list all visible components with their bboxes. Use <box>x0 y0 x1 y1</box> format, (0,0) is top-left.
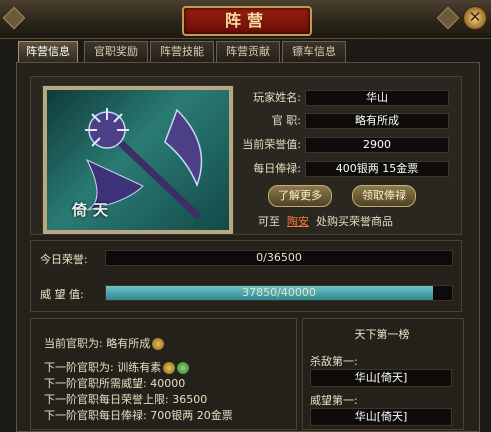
next-rank-text: 下一阶官职为: 训练有素 <box>44 361 162 374</box>
shop-hint-prefix: 可至 <box>258 215 280 228</box>
window-title: 阵营 <box>224 11 269 30</box>
prestige-label: 威 望 值: <box>40 288 84 301</box>
official-rank-label: 官 职: <box>271 114 301 127</box>
next-rank-line: 下一阶官职为: 训练有素 <box>44 359 190 375</box>
tab-official-rewards[interactable]: 官职奖励 <box>84 41 148 63</box>
tab-escort-info[interactable]: 镖车信息 <box>282 41 346 63</box>
official-rank-value: 略有所成 <box>305 113 449 129</box>
player-name-value: 华山 <box>305 90 449 106</box>
shop-npc-link[interactable]: 陶安 <box>287 215 309 228</box>
today-honor-bar: 0/36500 <box>105 250 453 266</box>
prestige-first-label: 威望第一: <box>310 394 358 407</box>
tab-camp-info[interactable]: 阵营信息 <box>18 41 78 63</box>
claim-salary-button[interactable]: 领取俸禄 <box>352 185 416 207</box>
rank-badge-icon <box>163 362 176 374</box>
today-honor-label: 今日荣誉: <box>40 253 88 266</box>
leaderboard-title: 天下第一榜 <box>354 328 410 341</box>
honor-cap-line: 下一阶官职每日荣誉上限: 36500 <box>44 393 208 406</box>
kill-first-value: 华山[倚天] <box>310 369 452 387</box>
honor-label: 当前荣誉值: <box>242 138 301 151</box>
prestige-first-value: 华山[倚天] <box>310 408 452 426</box>
honor-value: 2900 <box>305 137 449 153</box>
prestige-bar: 37850/40000 <box>105 285 453 301</box>
close-button[interactable]: ✕ <box>463 6 487 30</box>
shop-hint-suffix: 处购买荣誉商品 <box>316 215 393 228</box>
current-rank-text: 当前官职为: 略有所成 <box>44 337 151 350</box>
today-honor-text: 0/36500 <box>256 251 302 264</box>
kill-first-label: 杀敌第一: <box>310 355 358 368</box>
prestige-bar-text: 37850/40000 <box>242 286 316 299</box>
daily-salary-label: 每日俸禄: <box>253 162 301 175</box>
need-prestige-line: 下一阶官职所需威望: 40000 <box>44 377 186 390</box>
learn-more-button[interactable]: 了解更多 <box>268 185 332 207</box>
camp-name-text: 倚天 <box>72 201 115 219</box>
close-icon: ✕ <box>468 8 482 26</box>
leaf-badge-icon <box>177 362 190 374</box>
rank-badge-icon <box>152 338 165 350</box>
tab-camp-skills[interactable]: 阵营技能 <box>150 41 214 63</box>
honor-shop-hint: 可至 陶安 处购买荣誉商品 <box>258 213 458 229</box>
next-salary-line: 下一阶官职每日俸禄: 700银两 20金票 <box>44 409 233 422</box>
current-rank-line: 当前官职为: 略有所成 <box>44 335 165 351</box>
daily-salary-value: 400银两 15金票 <box>305 161 449 177</box>
tab-camp-contribution[interactable]: 阵营贡献 <box>216 41 280 63</box>
player-name-label: 玩家姓名: <box>253 91 301 104</box>
